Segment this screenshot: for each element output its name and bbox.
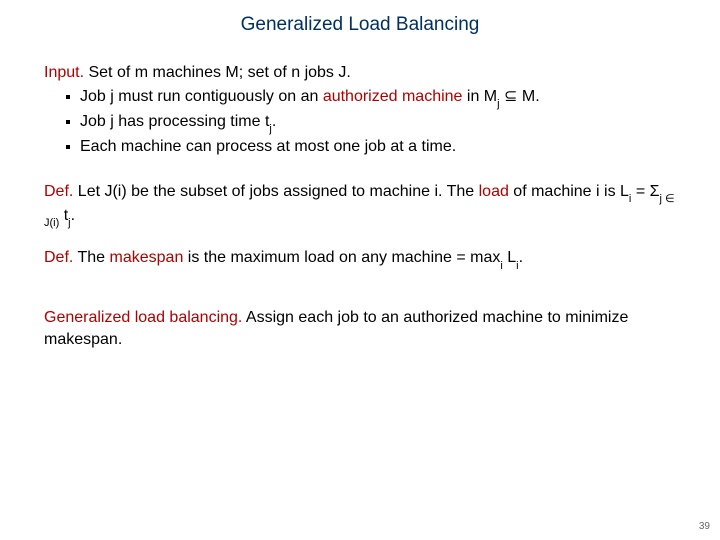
bullet-one-job: Each machine can process at most one job… xyxy=(44,136,676,158)
text: Let J(i) be the subset of jobs assigned … xyxy=(73,183,478,200)
text: . xyxy=(272,113,276,130)
slide-body: Generalized Load Balancing Input. Set of… xyxy=(0,0,720,351)
glb-label: Generalized load balancing. xyxy=(44,309,242,326)
def-label: Def. xyxy=(44,249,73,266)
input-bullets: Job j must run contiguously on an author… xyxy=(44,86,676,158)
text: Job j must run contiguously on an xyxy=(80,88,323,105)
text: = xyxy=(631,183,649,200)
text: is the maximum load on any machine = max xyxy=(183,249,500,266)
text: M. xyxy=(517,88,539,105)
text-red: makespan xyxy=(110,249,184,266)
def-makespan: Def. The makespan is the maximum load on… xyxy=(44,247,676,271)
subscript-i: i xyxy=(500,260,502,272)
text-red: load xyxy=(479,183,509,200)
input-label: Input. xyxy=(44,64,84,81)
subset-icon: ⊆ xyxy=(504,88,517,105)
text: The xyxy=(73,249,109,266)
text: . xyxy=(71,207,75,224)
def-label: Def. xyxy=(44,183,73,200)
text: of machine i is L xyxy=(509,183,629,200)
page-number: 39 xyxy=(699,521,710,532)
slide-title: Generalized Load Balancing xyxy=(44,14,676,36)
input-section: Input. Set of m machines M; set of n job… xyxy=(44,62,676,157)
sigma-icon: Σ xyxy=(650,183,660,200)
def-load: Def. Let J(i) be the subset of jobs assi… xyxy=(44,181,676,229)
input-rest: Set of m machines M; set of n jobs J. xyxy=(84,64,351,81)
subscript-j: j xyxy=(269,123,271,135)
subscript-i: i xyxy=(516,260,518,272)
bullet-authorized-machine: Job j must run contiguously on an author… xyxy=(44,86,676,110)
text: . xyxy=(519,249,523,266)
bullet-processing-time: Job j has processing time tj. xyxy=(44,111,676,135)
text-red: authorized machine xyxy=(323,88,463,105)
text: in M xyxy=(462,88,497,105)
subscript-j: j xyxy=(68,217,70,229)
glb-section: Generalized load balancing. Assign each … xyxy=(44,307,676,350)
text: L xyxy=(503,249,516,266)
subscript-j: j xyxy=(497,98,499,110)
text: Job j has processing time t xyxy=(80,113,269,130)
text: t xyxy=(59,207,68,224)
